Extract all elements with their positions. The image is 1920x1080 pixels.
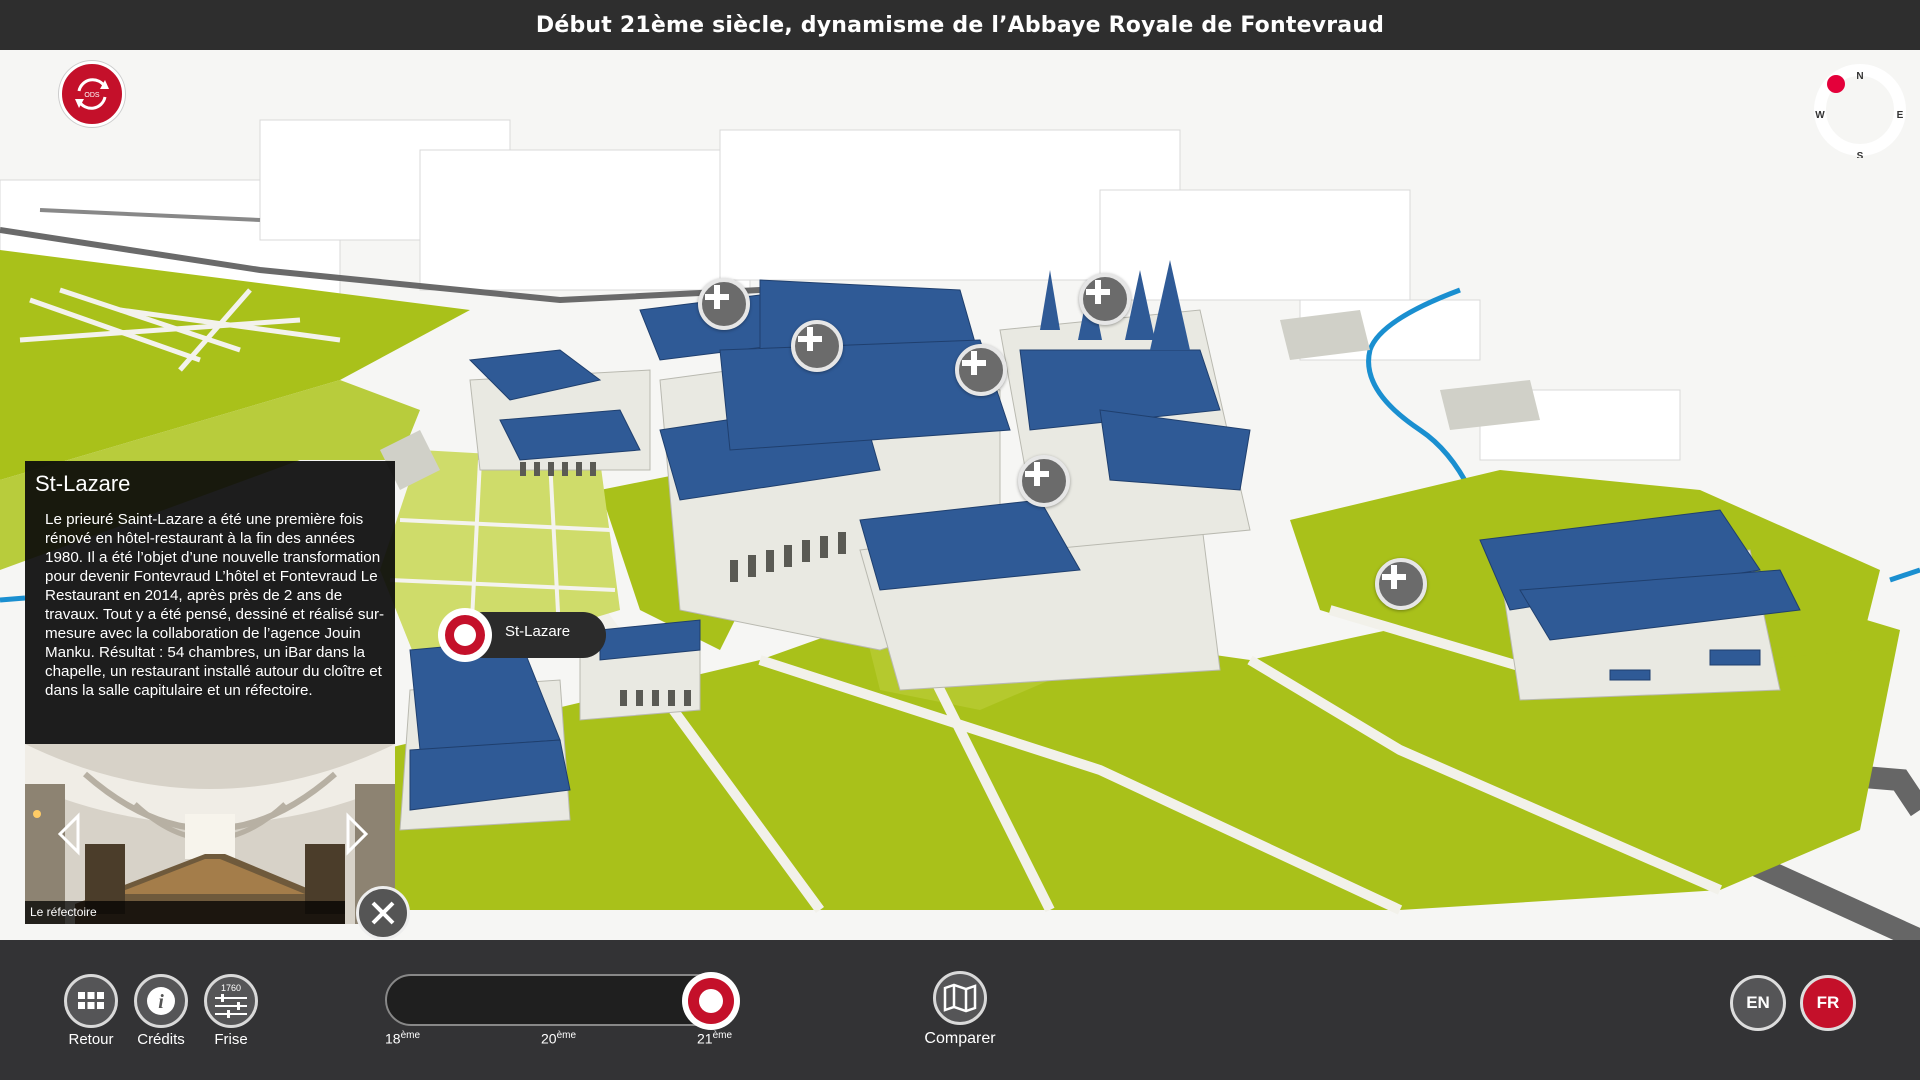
image-gallery: Le réfectoire xyxy=(25,744,395,924)
chevron-left-icon xyxy=(57,812,80,856)
next-arrow[interactable] xyxy=(336,804,376,864)
timeline-slider-icon: 1760 xyxy=(215,983,247,1018)
close-button[interactable] xyxy=(356,886,410,940)
logo-button[interactable]: ODS xyxy=(59,61,125,127)
svg-text:N: N xyxy=(1856,71,1863,82)
info-title: St-Lazare xyxy=(35,471,131,496)
timeline-tick-21: 21ème xyxy=(697,1030,733,1047)
plus-icon xyxy=(705,285,729,309)
svg-text:E: E xyxy=(1897,110,1904,121)
retour-button[interactable] xyxy=(64,974,118,1028)
info-text: Le prieuré Saint-Lazare a été une premiè… xyxy=(45,511,385,699)
previous-arrow[interactable] xyxy=(50,804,90,864)
timeline-tick-20: 20ème xyxy=(541,1030,577,1047)
plus-icon xyxy=(1086,280,1110,304)
plus-marker[interactable] xyxy=(1018,455,1070,507)
plus-icon xyxy=(1025,462,1049,486)
timeline-tick-18: 18ème xyxy=(385,1030,421,1047)
compass-icon: N E S W xyxy=(1814,64,1906,162)
comparer-label: Comparer xyxy=(924,1030,996,1047)
language-en-button[interactable]: EN xyxy=(1730,975,1786,1031)
info-panel: St-Lazare Le prieuré Saint-Lazare a été … xyxy=(25,461,395,744)
compass[interactable]: N E S W xyxy=(1812,62,1908,162)
title-bar: Début 21ème siècle, dynamisme de l’Abbay… xyxy=(0,0,1920,50)
plus-icon xyxy=(962,351,986,375)
comparer-button[interactable] xyxy=(933,971,987,1025)
svg-text:ODS: ODS xyxy=(84,92,100,99)
plus-marker[interactable] xyxy=(698,278,750,330)
svg-text:S: S xyxy=(1857,151,1864,158)
poi-marker[interactable] xyxy=(438,608,492,662)
plus-marker[interactable] xyxy=(1079,273,1131,325)
image-caption: Le réfectoire xyxy=(25,901,345,924)
chevron-right-icon xyxy=(346,812,369,856)
plus-marker[interactable] xyxy=(791,320,843,372)
map-icon xyxy=(943,983,977,1013)
plus-marker[interactable] xyxy=(955,344,1007,396)
svg-text:W: W xyxy=(1815,110,1825,121)
page-title: Début 21ème siècle, dynamisme de l’Abbay… xyxy=(535,12,1385,38)
plus-icon xyxy=(798,327,822,351)
language-fr-button[interactable]: FR xyxy=(1800,975,1856,1031)
target-icon xyxy=(445,615,485,655)
frise-label: Frise xyxy=(214,1031,248,1048)
plus-marker[interactable] xyxy=(1375,558,1427,610)
poi-tag[interactable]: St-Lazare xyxy=(438,608,606,662)
timeline-handle[interactable] xyxy=(682,972,740,1030)
poi-label: St-Lazare xyxy=(505,623,571,640)
frise-button[interactable]: 1760 xyxy=(204,974,258,1028)
credits-button[interactable]: i xyxy=(134,974,188,1028)
close-icon xyxy=(371,901,395,925)
plus-icon xyxy=(1382,565,1406,589)
refresh-icon: ODS xyxy=(75,78,109,110)
svg-text:i: i xyxy=(158,991,164,1013)
info-icon: i xyxy=(147,987,175,1015)
target-icon xyxy=(688,978,734,1024)
grid-icon xyxy=(78,992,104,1009)
svg-text:1760: 1760 xyxy=(221,983,241,993)
